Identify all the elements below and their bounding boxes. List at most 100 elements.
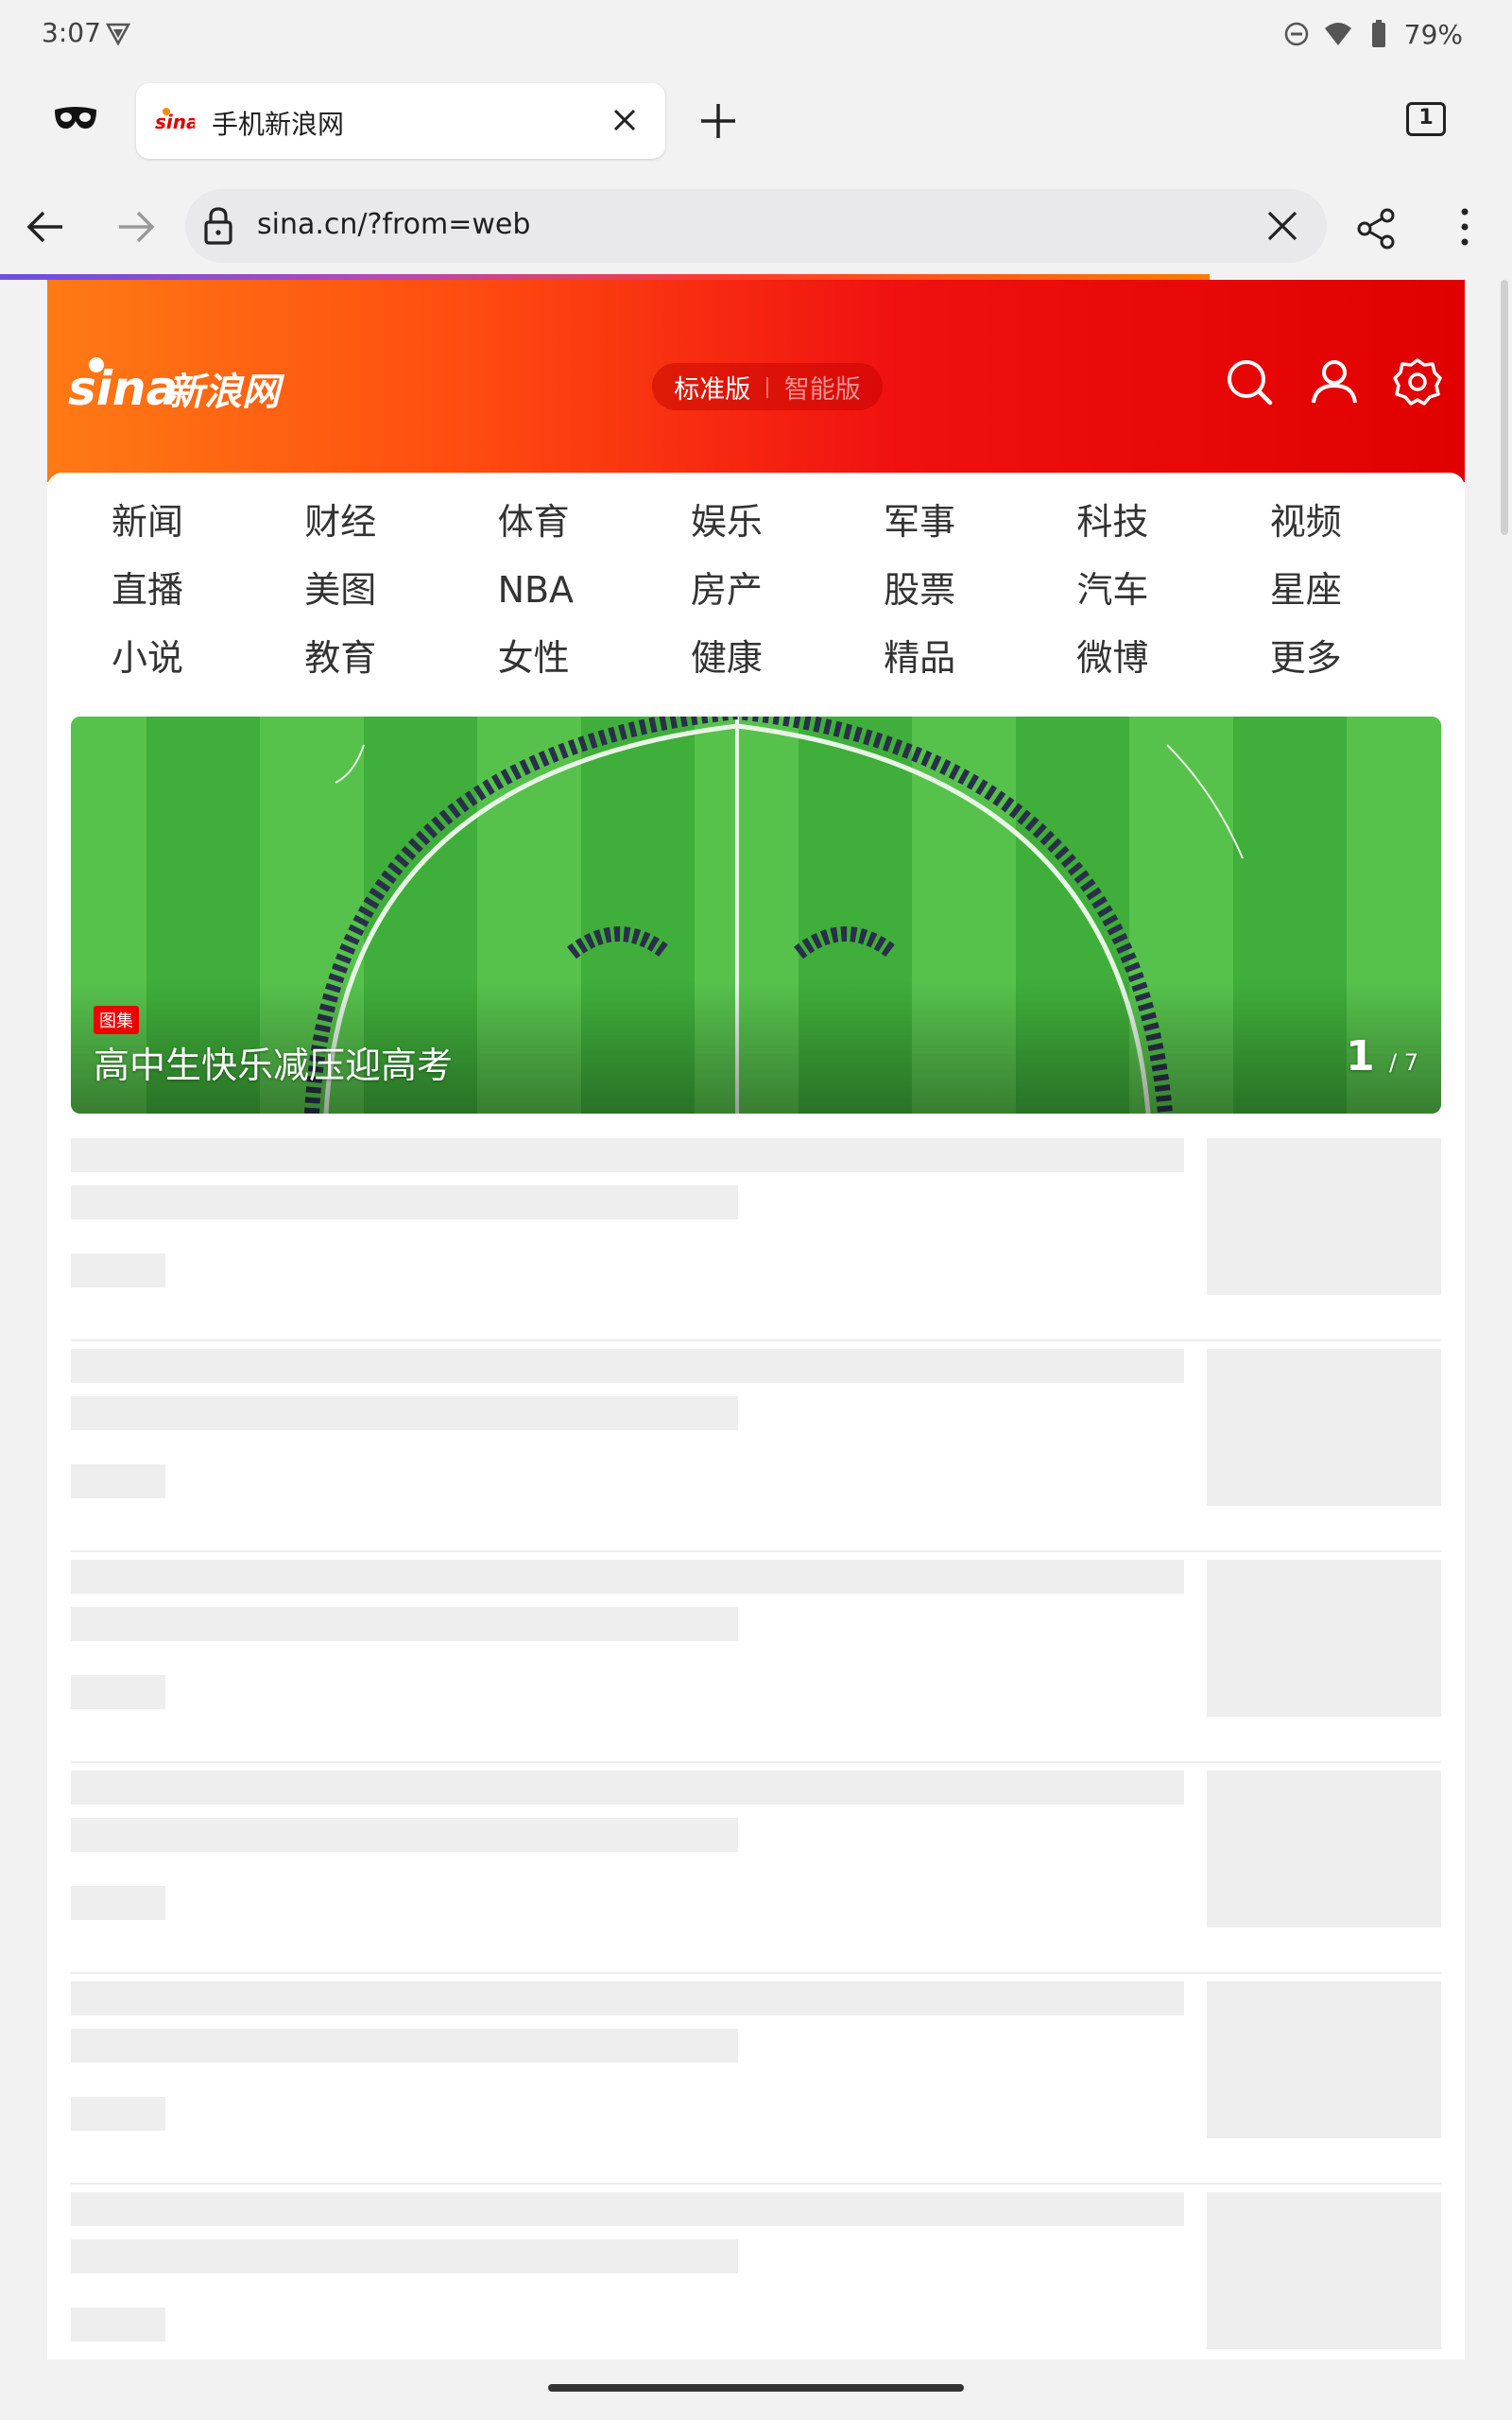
tab-strip: sina 手机新浪网 1 [0, 68, 1512, 172]
nav-item[interactable]: 健康 [662, 631, 855, 684]
skeleton-thumbnail [1207, 1560, 1441, 1717]
channel-nav: 新闻 财经 体育 娱乐 军事 科技 视频 直播 美图 NBA 房产 股票 汽车 … [47, 473, 1465, 700]
dnd-icon [1284, 22, 1309, 46]
nav-item[interactable]: 科技 [1048, 495, 1241, 548]
skeleton-meta [71, 2308, 165, 2342]
scrollbar-thumb[interactable] [1501, 280, 1508, 535]
settings-icon[interactable] [1393, 357, 1442, 406]
version-smart[interactable]: 智能版 [784, 369, 861, 406]
version-standard[interactable]: 标准版 [674, 369, 750, 406]
skeleton-line [71, 1981, 1184, 2015]
version-divider: | [764, 374, 771, 399]
skeleton-line [71, 1138, 1184, 1172]
nav-item[interactable]: 财经 [276, 495, 469, 548]
plus-icon[interactable] [697, 100, 739, 142]
skeleton-line [71, 1560, 1184, 1594]
url-text[interactable]: sina.cn/?from=web [257, 208, 530, 241]
svg-text:新浪网: 新浪网 [166, 371, 285, 414]
nav-item[interactable]: 星座 [1242, 563, 1435, 616]
back-icon[interactable] [25, 208, 66, 246]
skeleton-card [71, 2185, 1441, 2360]
nav-item[interactable]: NBA [470, 563, 662, 616]
banner-title[interactable]: 高中生快乐减压迎高考 [94, 1036, 453, 1088]
skeleton-meta [71, 2097, 165, 2131]
incognito-icon[interactable] [53, 104, 98, 134]
skeleton-line [71, 2192, 1184, 2226]
wifi-icon [1324, 23, 1351, 45]
skeleton-card [71, 1131, 1441, 1341]
tab-count-button[interactable]: 1 [1406, 102, 1446, 136]
skeleton-line [71, 1818, 738, 1852]
news-feed-skeleton [71, 1131, 1441, 2360]
svg-text:sina: sina [68, 361, 178, 416]
skeleton-thumbnail [1207, 1771, 1441, 1927]
banner-index: 1 [1346, 1032, 1375, 1080]
nav-item[interactable]: 教育 [276, 631, 469, 684]
banner-counter: 1 / 7 [1346, 1032, 1418, 1080]
lock-icon[interactable] [202, 206, 234, 246]
battery-percent: 79% [1403, 18, 1463, 50]
skeleton-thumbnail [1207, 1138, 1441, 1295]
tab-title: 手机新浪网 [212, 109, 345, 140]
nav-item[interactable]: 房产 [662, 563, 855, 616]
battery-icon [1371, 20, 1385, 47]
skeleton-thumbnail [1207, 2192, 1441, 2349]
skeleton-meta [71, 1253, 165, 1288]
address-bar[interactable]: sina.cn/?from=web [185, 189, 1327, 263]
skeleton-card [71, 1552, 1441, 1763]
skeleton-thumbnail [1207, 1981, 1441, 2138]
skeleton-line [71, 1185, 738, 1219]
more-vert-icon[interactable] [1455, 206, 1474, 248]
skeleton-line [71, 1349, 1184, 1383]
banner-total: / 7 [1389, 1049, 1418, 1076]
channel-grid: 新闻 财经 体育 娱乐 军事 科技 视频 直播 美图 NBA 房产 股票 汽车 … [83, 495, 1435, 684]
nav-item[interactable]: 女性 [470, 631, 662, 684]
version-switch[interactable]: 标准版 | 智能版 [652, 363, 883, 410]
nav-item[interactable]: 娱乐 [662, 495, 855, 548]
nav-item[interactable]: 精品 [855, 631, 1048, 684]
nav-item[interactable]: 股票 [855, 563, 1048, 616]
clear-url-icon[interactable] [1264, 208, 1300, 244]
svg-text:sina: sina [155, 111, 195, 133]
skeleton-card [71, 1974, 1441, 2185]
sina-logo[interactable]: sina 新浪网 [68, 350, 323, 425]
skeleton-line [71, 2029, 738, 2063]
close-icon[interactable] [610, 106, 639, 134]
site-header: sina 新浪网 标准版 | 智能版 [47, 280, 1465, 482]
nav-item[interactable]: 新闻 [83, 495, 276, 548]
nav-item[interactable]: 美图 [276, 563, 469, 616]
active-tab[interactable]: sina 手机新浪网 [136, 83, 665, 159]
nav-item[interactable]: 体育 [470, 495, 662, 548]
skeleton-line [71, 1396, 738, 1430]
skeleton-meta [71, 1886, 165, 1920]
share-icon[interactable] [1355, 208, 1397, 250]
search-icon[interactable] [1225, 357, 1274, 406]
skeleton-line [71, 1771, 1184, 1805]
skeleton-thumbnail [1207, 1349, 1441, 1506]
nav-item[interactable]: 汽车 [1048, 563, 1241, 616]
forward-icon[interactable] [115, 208, 157, 246]
skeleton-line [71, 2239, 738, 2273]
status-icons: 79% [1283, 15, 1463, 53]
skeleton-meta [71, 1675, 165, 1709]
nav-item[interactable]: 视频 [1242, 495, 1435, 548]
skeleton-line [71, 1607, 738, 1641]
sina-favicon-icon: sina [155, 108, 195, 133]
nav-item[interactable]: 更多 [1242, 631, 1435, 684]
vpn-key-icon [105, 23, 131, 46]
skeleton-card [71, 1341, 1441, 1552]
status-bar: 3:07 79% [0, 0, 1512, 68]
web-page: sina 新浪网 标准版 | 智能版 新闻 财经 体育 娱乐 军事 科技 视频 … [47, 280, 1465, 2360]
photo-banner[interactable]: 图集 高中生快乐减压迎高考 1 / 7 [71, 717, 1441, 1114]
nav-item[interactable]: 微博 [1048, 631, 1241, 684]
nav-item[interactable]: 直播 [83, 563, 276, 616]
nav-item[interactable]: 小说 [83, 631, 276, 684]
nav-item[interactable]: 军事 [855, 495, 1048, 548]
user-icon[interactable] [1310, 357, 1359, 406]
status-time: 3:07 [42, 17, 101, 48]
skeleton-card [71, 1763, 1441, 1974]
skeleton-meta [71, 1464, 165, 1498]
toolbar: sina.cn/?from=web [0, 172, 1512, 280]
banner-tag: 图集 [94, 1006, 139, 1034]
gesture-nav-bar[interactable] [548, 2384, 964, 2392]
